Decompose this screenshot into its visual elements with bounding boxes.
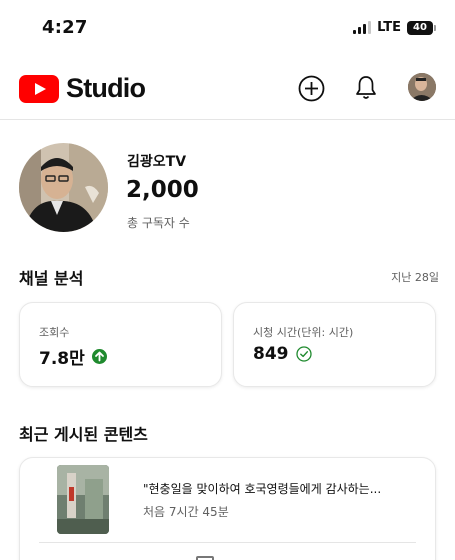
views-value: 7.8만 [39,349,85,369]
battery-icon: 40 [407,20,436,35]
youtube-studio-logo[interactable]: Studio [19,73,146,104]
analytics-title: 채널 분석 [19,269,84,288]
youtube-play-icon [19,74,59,103]
subscriber-count: 2,000 [126,177,199,203]
status-bar: 4:27 LTE 40 [0,0,455,58]
channel-name: 김광오TV [127,154,187,170]
recent-content-title: 최근 게시된 콘텐츠 [19,425,148,444]
recent-content-header: 최근 게시된 콘텐츠 [19,421,439,445]
video-thumbnail[interactable] [57,465,109,534]
watch-time-value: 849 [253,344,289,364]
trend-up-icon [91,349,107,364]
subscriber-label: 총 구독자 수 [127,216,190,230]
analytics-period: 지난 28일 [391,271,439,284]
logo-text: Studio [66,73,146,103]
card-divider [39,542,416,543]
video-title[interactable]: "현충일을 맞이하여 호국영령들에게 감사하는... [143,480,413,497]
views-label: 조회수 [39,326,70,339]
create-icon [298,75,324,101]
signal-icon [353,21,372,34]
video-meta: 처음 7시간 45분 [143,505,229,519]
channel-summary: 김광오TV 2,000 총 구독자 수 [19,143,439,233]
content-item-icon [196,556,214,560]
app-header: Studio [0,58,455,120]
create-button[interactable] [297,74,325,102]
status-time: 4:27 [42,17,88,38]
battery-level: 40 [413,22,427,33]
notifications-button[interactable] [352,74,380,102]
status-indicators: LTE 40 [353,20,436,35]
check-circle-icon [295,346,312,362]
channel-avatar[interactable] [19,143,108,232]
account-avatar[interactable] [408,73,436,101]
views-card[interactable]: 조회수 7.8만 [19,302,222,387]
bell-icon [356,76,376,99]
watch-time-card[interactable]: 시청 시간(단위: 시간) 849 [233,302,436,387]
network-label: LTE [377,20,401,35]
recent-content-card: "현충일을 맞이하여 호국영령들에게 감사하는... 처음 7시간 45분 [19,457,436,560]
analytics-header: 채널 분석 지난 28일 [19,265,439,289]
watch-time-label: 시청 시간(단위: 시간) [253,326,354,339]
